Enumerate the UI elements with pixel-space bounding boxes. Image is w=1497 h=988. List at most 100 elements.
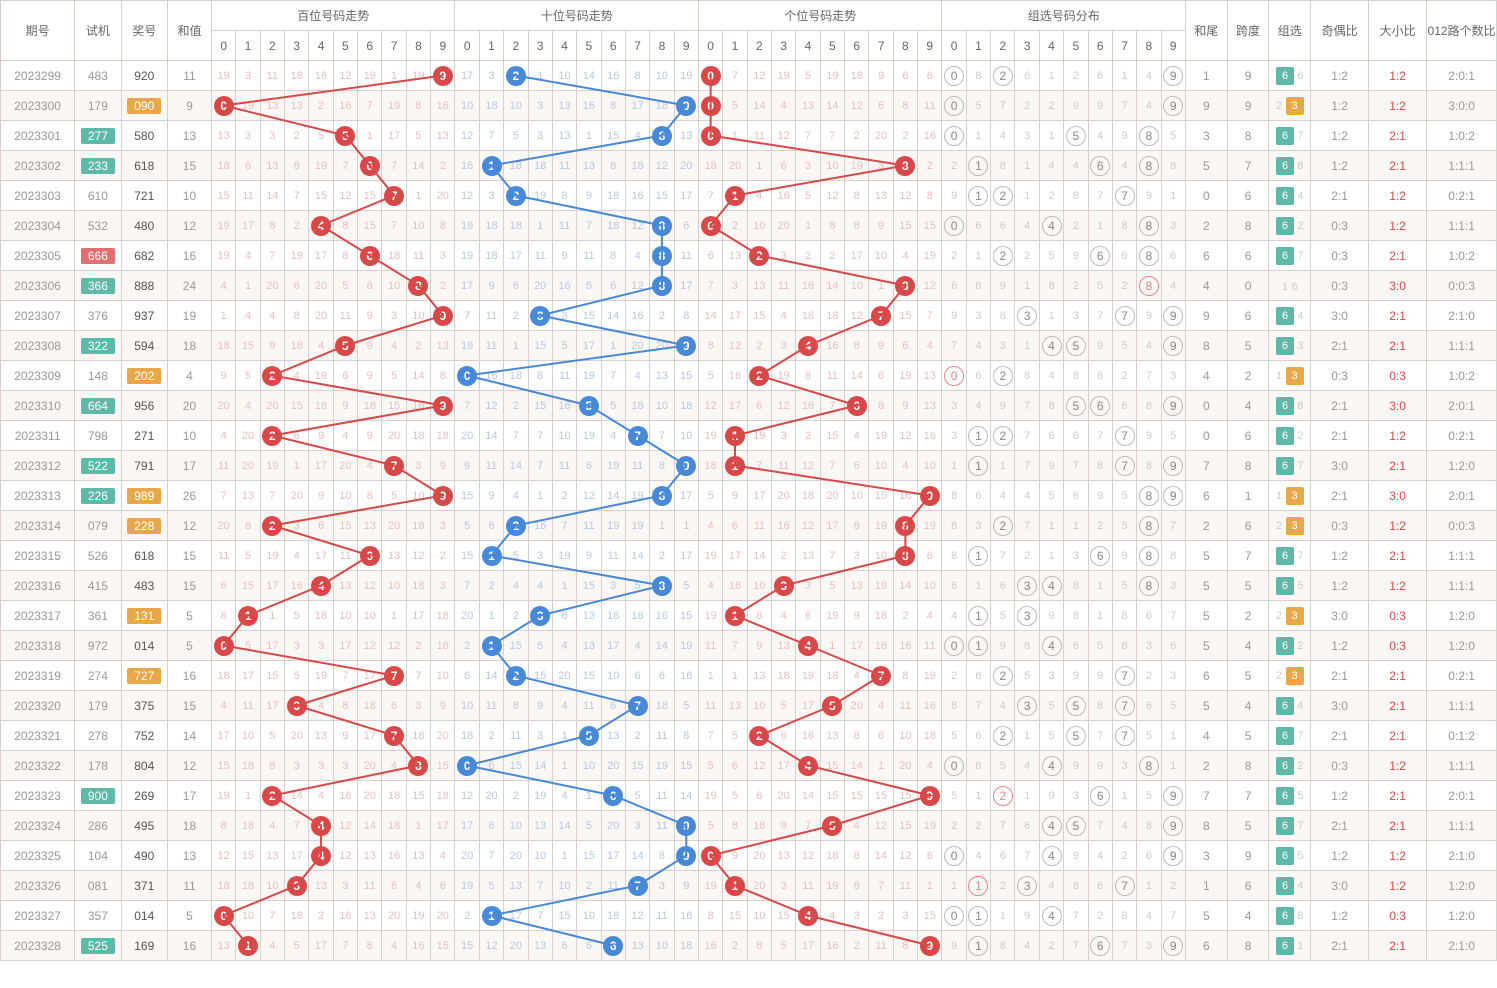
hdr-jiou[interactable]: 奇偶比 bbox=[1311, 1, 1369, 61]
trend-cell: 6 bbox=[674, 211, 698, 241]
table-row: 2023309148202495241969514801618811197413… bbox=[1, 361, 1497, 391]
dist-cell: 2 bbox=[1088, 901, 1112, 931]
dist-cell: 5 bbox=[1088, 271, 1112, 301]
cell-shiji: 274 bbox=[75, 661, 121, 691]
trend-cell: 11 bbox=[479, 301, 503, 331]
hdr-digit: 4 bbox=[796, 31, 820, 61]
trend-cell: 13 bbox=[358, 511, 382, 541]
hdr-ge[interactable]: 个位号码走势 bbox=[698, 1, 941, 31]
cell-kuadu: 5 bbox=[1227, 661, 1269, 691]
dist-cell: 9 bbox=[1161, 391, 1185, 421]
cell-lu: 1:2:0 bbox=[1427, 631, 1497, 661]
dist-cell: 1 bbox=[991, 901, 1015, 931]
trend-cell: 6 bbox=[479, 751, 503, 781]
trend-cell: 10 bbox=[918, 571, 942, 601]
trend-cell: 3 bbox=[285, 631, 309, 661]
cell-jiou: 1:2 bbox=[1311, 541, 1369, 571]
trend-cell: 5 bbox=[625, 781, 649, 811]
dist-cell: 6 bbox=[966, 361, 990, 391]
trend-cell: 15 bbox=[455, 481, 479, 511]
cell-jiou: 2:1 bbox=[1311, 661, 1369, 691]
cell-jiang: 888 bbox=[121, 271, 167, 301]
trend-cell: 20 bbox=[747, 871, 771, 901]
trend-cell: 20 bbox=[479, 781, 503, 811]
trend-cell: 3 bbox=[528, 301, 552, 331]
trend-cell: 5 bbox=[455, 511, 479, 541]
dist-cell: 4 bbox=[1112, 151, 1136, 181]
trend-cell: 15 bbox=[504, 631, 528, 661]
trend-cell: 15 bbox=[358, 211, 382, 241]
trend-cell: 9 bbox=[309, 421, 333, 451]
dist-cell: 4 bbox=[1039, 151, 1063, 181]
trend-cell: 7 bbox=[382, 451, 406, 481]
trend-cell: 15 bbox=[212, 181, 236, 211]
trend-cell: 16 bbox=[625, 181, 649, 211]
cell-hewei: 1 bbox=[1185, 61, 1227, 91]
trend-cell: 12 bbox=[455, 781, 479, 811]
dist-cell: 8 bbox=[1137, 451, 1161, 481]
hdr-bai[interactable]: 百位号码走势 bbox=[212, 1, 455, 31]
trend-cell: 4 bbox=[431, 841, 455, 871]
trend-cell: 8 bbox=[285, 301, 309, 331]
cell-hezhi: 10 bbox=[167, 181, 211, 211]
trend-cell: 18 bbox=[747, 811, 771, 841]
table-row: 2023306366888244120620581082179620165612… bbox=[1, 271, 1497, 301]
hdr-daxiao[interactable]: 大小比 bbox=[1369, 1, 1427, 61]
dist-cell: 8 bbox=[1064, 181, 1088, 211]
hdr-lu[interactable]: 012路个数比 bbox=[1427, 1, 1497, 61]
trend-cell: 19 bbox=[796, 661, 820, 691]
dist-cell: 4 bbox=[1137, 91, 1161, 121]
trend-cell: 9 bbox=[333, 391, 357, 421]
cell-period: 2023320 bbox=[1, 691, 75, 721]
trend-cell: 13 bbox=[625, 931, 649, 961]
cell-shiji: 361 bbox=[75, 601, 121, 631]
hdr-shi[interactable]: 十位号码走势 bbox=[455, 1, 698, 31]
dist-cell: 2 bbox=[1112, 841, 1136, 871]
trend-cell: 5 bbox=[698, 361, 722, 391]
dist-cell: 4 bbox=[1088, 841, 1112, 871]
trend-cell: 8 bbox=[893, 661, 917, 691]
trend-cell: 14 bbox=[601, 481, 625, 511]
trend-cell: 6 bbox=[455, 661, 479, 691]
hdr-kuadu[interactable]: 跨度 bbox=[1227, 1, 1269, 61]
trend-cell: 10 bbox=[406, 481, 430, 511]
trend-cell: 17 bbox=[625, 91, 649, 121]
hdr-period[interactable]: 期号 bbox=[1, 1, 75, 61]
trend-cell: 13 bbox=[552, 121, 576, 151]
trend-cell: 7 bbox=[382, 661, 406, 691]
trend-cell: 2 bbox=[479, 571, 503, 601]
dist-cell: 1 bbox=[1112, 61, 1136, 91]
dist-cell: 7 bbox=[966, 691, 990, 721]
trend-cell: 6 bbox=[772, 151, 796, 181]
trend-cell: 5 bbox=[723, 781, 747, 811]
dist-cell: 5 bbox=[942, 721, 966, 751]
hdr-dist[interactable]: 组选号码分布 bbox=[942, 1, 1185, 31]
trend-cell: 2 bbox=[479, 721, 503, 751]
trend-cell: 5 bbox=[309, 121, 333, 151]
dist-cell: 6 bbox=[1137, 691, 1161, 721]
dist-cell: 2 bbox=[991, 181, 1015, 211]
trend-cell: 7 bbox=[723, 61, 747, 91]
trend-cell: 16 bbox=[674, 661, 698, 691]
trend-cell: 1 bbox=[723, 661, 747, 691]
dist-cell: 3 bbox=[966, 511, 990, 541]
dist-cell: 6 bbox=[1064, 631, 1088, 661]
hdr-jiang[interactable]: 奖号 bbox=[121, 1, 167, 61]
cell-shiji: 376 bbox=[75, 301, 121, 331]
cell-hewei: 8 bbox=[1185, 331, 1227, 361]
cell-kuadu: 6 bbox=[1227, 511, 1269, 541]
trend-cell: 4 bbox=[918, 751, 942, 781]
trend-cell: 6 bbox=[358, 241, 382, 271]
table-row: 2023315526618151151941711613122151531991… bbox=[1, 541, 1497, 571]
trend-cell: 6 bbox=[747, 781, 771, 811]
trend-cell: 18 bbox=[504, 211, 528, 241]
cell-daxiao: 1:2 bbox=[1369, 571, 1427, 601]
dist-cell: 5 bbox=[1112, 331, 1136, 361]
hdr-hewei[interactable]: 和尾 bbox=[1185, 1, 1227, 61]
trend-cell: 13 bbox=[309, 871, 333, 901]
trend-cell: 9 bbox=[577, 541, 601, 571]
hdr-zuxuan[interactable]: 组选 bbox=[1269, 1, 1311, 61]
trend-cell: 6 bbox=[723, 511, 747, 541]
hdr-hezhi[interactable]: 和值 bbox=[167, 1, 211, 61]
hdr-shiji[interactable]: 试机 bbox=[75, 1, 121, 61]
